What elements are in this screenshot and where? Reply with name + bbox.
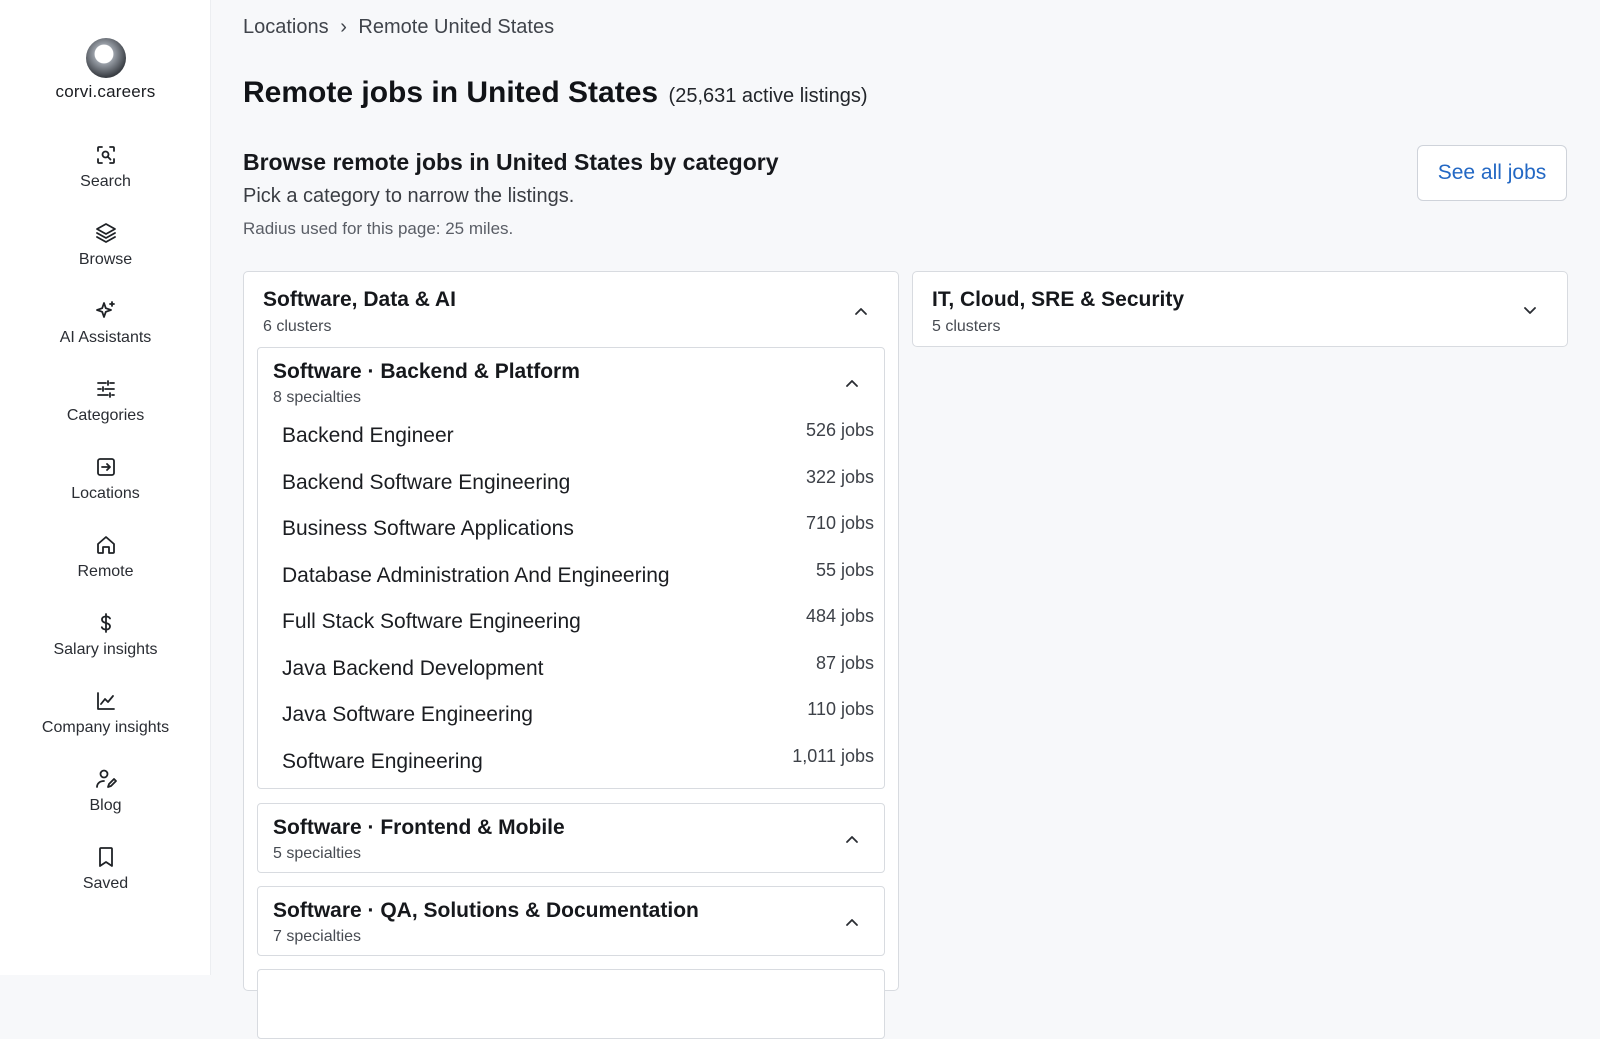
- specialty-name: Database Administration And Engineering: [282, 563, 670, 587]
- specialty-count: 484 jobs: [805, 606, 874, 626]
- home-icon: [94, 533, 118, 557]
- category-panel-it-cloud-sre-security: IT, Cloud, SRE & Security 5 clusters: [912, 271, 1568, 347]
- nav-item-categories[interactable]: Categories: [0, 377, 211, 441]
- specialty-row[interactable]: Database Administration And Engineering …: [282, 558, 874, 605]
- specialty-count: 322 jobs: [805, 466, 874, 487]
- cluster-backend-platform: Software · Backend & Platform 8 specialt…: [257, 347, 885, 789]
- dollar-icon: [94, 611, 118, 635]
- category-panel-software-data-ai: Software, Data & AI 6 clusters Software …: [243, 271, 899, 1039]
- specialty-row[interactable]: Java Backend Development 87 jobs: [282, 651, 874, 698]
- page-heading: Remote jobs in United States: [243, 76, 659, 109]
- nav-item-saved[interactable]: Saved: [0, 845, 211, 909]
- specialty-row[interactable]: Full Stack Software Engineering 484 jobs: [282, 604, 874, 651]
- cluster-title: Software · Frontend & Mobile: [273, 816, 565, 839]
- specialty-count: 110 jobs: [807, 699, 874, 719]
- specialty-name: Backend Software Engineering: [282, 470, 571, 494]
- section-subtitle: Pick a category to narrow the listings.: [243, 185, 575, 207]
- cluster-header[interactable]: Software · Frontend & Mobile 5 specialti…: [273, 816, 565, 863]
- cluster-header[interactable]: Software · QA, Solutions & Documentation…: [273, 899, 699, 946]
- breadcrumb: Locations › Remote United States: [243, 16, 554, 39]
- specialty-count: 55 jobs: [815, 559, 874, 580]
- specialty-name: Full Stack Software Engineering: [282, 610, 581, 633]
- chevron-up-icon[interactable]: [842, 829, 862, 849]
- radius-note: Radius used for this page: 25 miles.: [243, 219, 514, 238]
- category-title: Software, Data & AI: [263, 288, 456, 311]
- specialty-name: Software Engineering: [282, 749, 483, 773]
- specialty-name: Java Backend Development: [282, 656, 544, 680]
- arrow-in-box-icon: [94, 455, 118, 479]
- category-header[interactable]: Software, Data & AI 6 clusters: [263, 288, 456, 336]
- breadcrumb-separator: ›: [340, 16, 347, 39]
- brand-name: corvi.careers: [55, 82, 156, 101]
- nav-item-blog[interactable]: Blog: [0, 767, 211, 831]
- nav-label: Salary insights: [53, 641, 158, 658]
- chart-line-icon: [94, 689, 118, 713]
- specialty-count: 526 jobs: [805, 420, 874, 440]
- nav-label: Remote: [77, 563, 134, 580]
- layers-icon: [94, 221, 118, 245]
- sliders-icon: [94, 377, 118, 401]
- specialty-list: Backend Engineer 526 jobs Backend Softwa…: [282, 418, 874, 790]
- nav-item-browse[interactable]: Browse: [0, 221, 211, 285]
- sidebar: corvi.careers Search Browse AI Assistant…: [0, 0, 211, 975]
- specialty-name: Backend Engineer: [282, 424, 454, 447]
- category-meta: 6 clusters: [263, 318, 332, 335]
- nav-label: Company insights: [41, 719, 170, 736]
- cluster-header[interactable]: Software · Backend & Platform 8 specialt…: [273, 360, 580, 407]
- chevron-up-icon[interactable]: [851, 301, 871, 321]
- specialty-row[interactable]: Java Software Engineering 110 jobs: [282, 697, 874, 744]
- specialty-name: Business Software Applications: [282, 517, 574, 540]
- brand-logo: [85, 38, 126, 78]
- specialty-row[interactable]: Backend Engineer 526 jobs: [282, 418, 874, 465]
- cluster-title: Software · QA, Solutions & Documentation: [273, 899, 699, 922]
- category-meta: 5 clusters: [932, 318, 1001, 335]
- cluster-meta: 5 specialties: [273, 845, 362, 862]
- cluster-qa-solutions-documentation: Software · QA, Solutions & Documentation…: [257, 886, 885, 956]
- brand[interactable]: corvi.careers: [0, 38, 211, 102]
- main-content: Locations › Remote United States Remote …: [243, 0, 1568, 1039]
- listing-count: (25,631 active listings): [668, 85, 868, 107]
- breadcrumb-locations-link[interactable]: Locations: [243, 16, 329, 38]
- cluster-next-partial: [257, 969, 885, 1039]
- specialty-count: 87 jobs: [815, 652, 874, 673]
- nav-label: AI Assistants: [59, 329, 152, 346]
- chevron-up-icon[interactable]: [842, 373, 862, 393]
- specialty-count: 1,011 jobs: [792, 745, 874, 766]
- cluster-title: Software · Backend & Platform: [273, 360, 580, 383]
- search-icon: [94, 143, 118, 167]
- see-all-jobs-button[interactable]: See all jobs: [1417, 145, 1567, 201]
- nav-label: Search: [80, 173, 131, 190]
- nav-item-company-insights[interactable]: Company insights: [0, 689, 211, 753]
- nav-item-search[interactable]: Search: [0, 143, 211, 207]
- chevron-up-icon[interactable]: [842, 912, 862, 932]
- nav-item-locations[interactable]: Locations: [0, 455, 211, 519]
- nav-item-ai-assistants[interactable]: AI Assistants: [0, 299, 211, 363]
- specialty-name: Java Software Engineering: [282, 703, 533, 726]
- cluster-meta: 7 specialties: [273, 928, 362, 945]
- nav-label: Saved: [82, 875, 129, 892]
- nav-label: Blog: [89, 797, 122, 814]
- nav-item-salary-insights[interactable]: Salary insights: [0, 611, 211, 675]
- page-title: Remote jobs in United States (25,631 act…: [243, 76, 868, 110]
- cluster-frontend-mobile: Software · Frontend & Mobile 5 specialti…: [257, 803, 885, 873]
- category-title: IT, Cloud, SRE & Security: [932, 288, 1185, 311]
- bookmark-icon: [94, 845, 118, 869]
- section-title: Browse remote jobs in United States by c…: [243, 149, 779, 175]
- cluster-meta: 8 specialties: [273, 389, 362, 406]
- nav-item-remote[interactable]: Remote: [0, 533, 211, 597]
- nav-label: Browse: [78, 251, 133, 268]
- specialty-count: 710 jobs: [805, 513, 874, 533]
- category-header[interactable]: IT, Cloud, SRE & Security 5 clusters: [932, 288, 1184, 336]
- breadcrumb-current: Remote United States: [358, 16, 555, 39]
- nav-label: Categories: [66, 407, 145, 424]
- specialty-row[interactable]: Software Engineering 1,011 jobs: [282, 744, 874, 791]
- specialty-row[interactable]: Backend Software Engineering 322 jobs: [282, 465, 874, 512]
- specialty-row[interactable]: Business Software Applications 710 jobs: [282, 511, 874, 558]
- nav-label: Locations: [71, 485, 140, 502]
- user-pen-icon: [94, 767, 118, 791]
- sparkles-icon: [94, 299, 118, 323]
- chevron-down-icon[interactable]: [1520, 300, 1540, 320]
